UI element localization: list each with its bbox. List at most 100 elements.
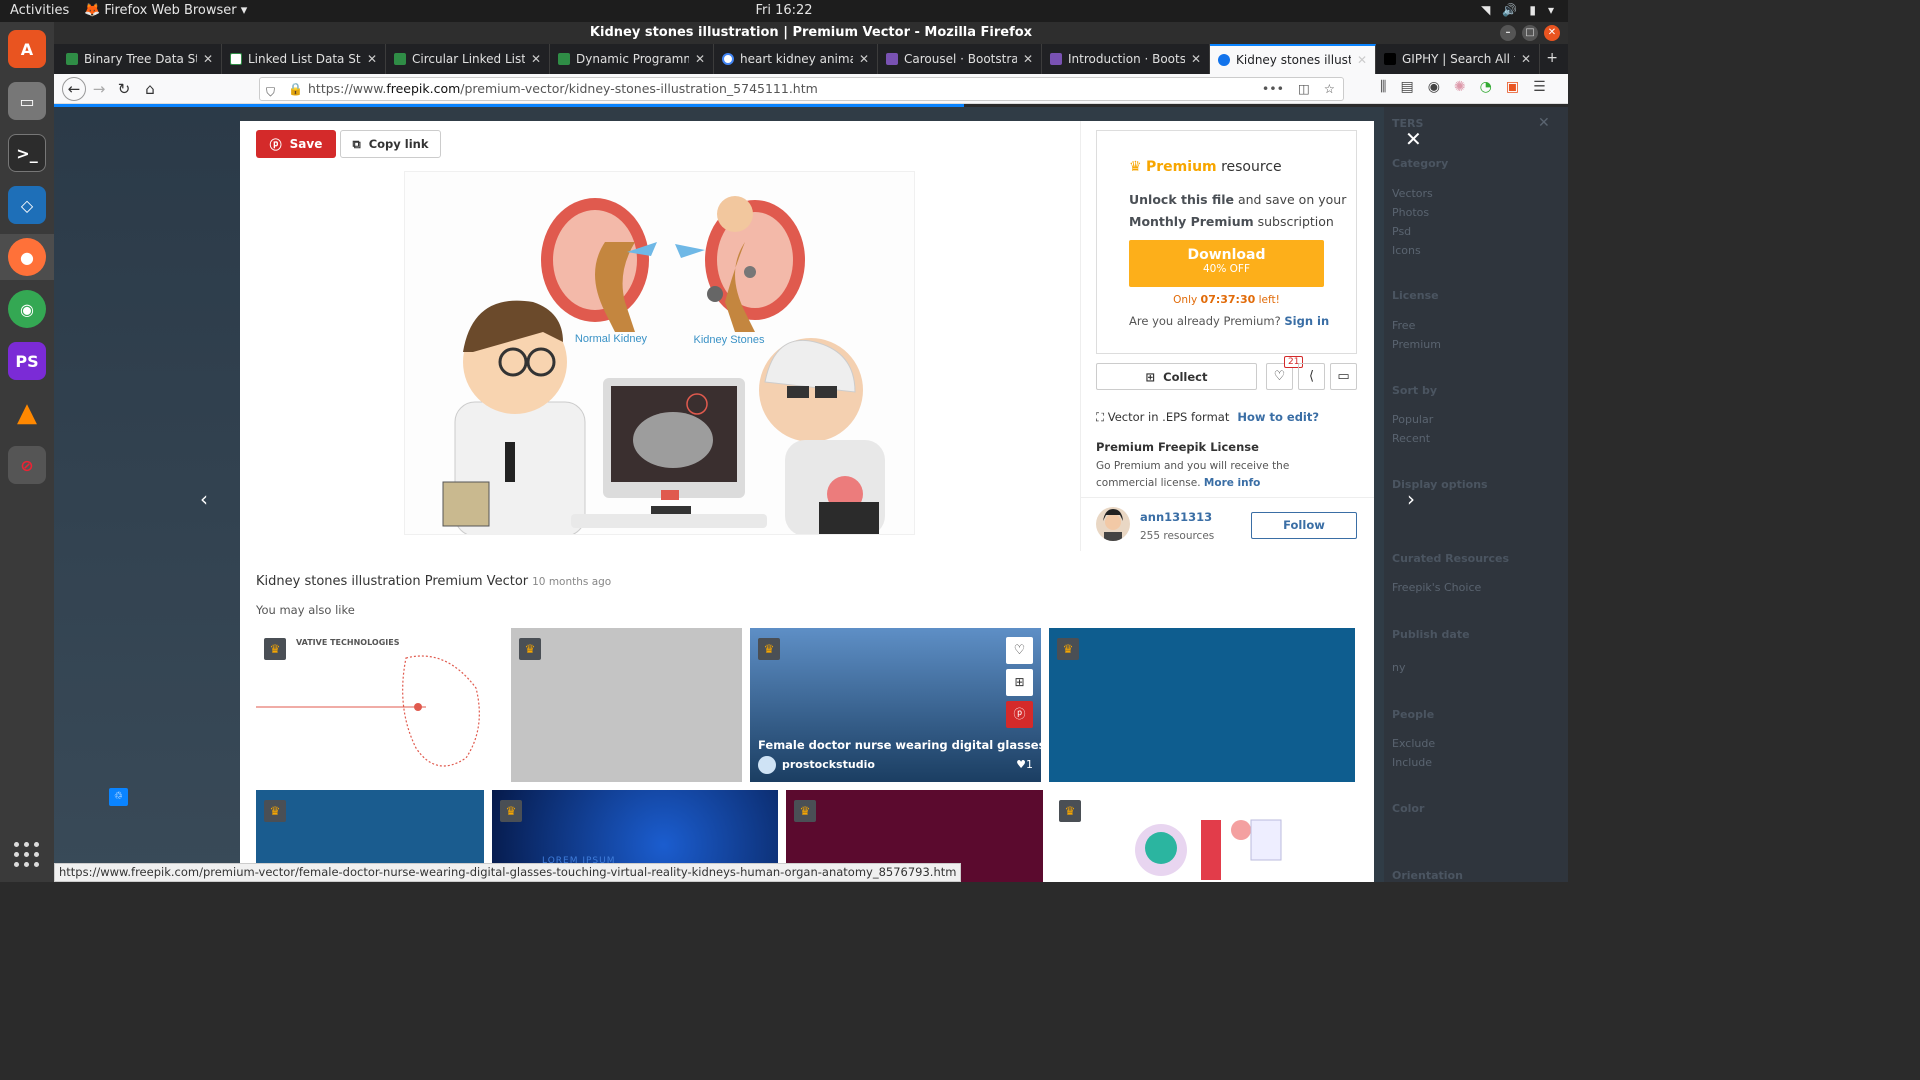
close-tab-icon[interactable]: ✕ xyxy=(531,52,541,66)
filter-license[interactable]: License xyxy=(1392,289,1439,302)
unlock-b1: Unlock this file xyxy=(1129,192,1234,207)
how-to-edit-link[interactable]: How to edit? xyxy=(1237,410,1319,424)
sign-in-link[interactable]: Sign in xyxy=(1284,314,1329,328)
filter-item[interactable]: Popular xyxy=(1392,413,1433,426)
extension-icon[interactable]: ◔ xyxy=(1480,79,1492,95)
filter-item[interactable]: Exclude xyxy=(1392,737,1435,750)
collect-button[interactable]: ⊞ Collect xyxy=(1096,363,1257,390)
tab-kidney-stones[interactable]: Kidney stones illustra ✕ xyxy=(1210,44,1376,74)
related-thumbnail[interactable]: ♛ xyxy=(1049,628,1355,782)
filter-item[interactable]: ny xyxy=(1392,661,1405,674)
tab-introduction-bootstrap[interactable]: Introduction · Bootst ✕ xyxy=(1042,44,1210,74)
filter-people[interactable]: People xyxy=(1392,708,1434,721)
filter-item[interactable]: Include xyxy=(1392,756,1432,769)
next-arrow-icon[interactable]: › xyxy=(1407,487,1415,511)
share-button[interactable]: ⟨ xyxy=(1298,363,1325,390)
filter-item[interactable]: Free xyxy=(1392,319,1415,332)
related-thumbnail-hovered[interactable]: ♛ ♡ ⊞ ⓟ Female doctor nurse wearing digi… xyxy=(750,628,1041,782)
filter-item[interactable]: Photos xyxy=(1392,206,1429,219)
close-tab-icon[interactable]: ✕ xyxy=(1191,52,1201,66)
tab-binary-tree[interactable]: Binary Tree Data Stru ✕ xyxy=(58,44,222,74)
related-thumbnail[interactable]: VATIVE TECHNOLOGIES ♛ xyxy=(256,628,504,782)
filter-category[interactable]: Category xyxy=(1392,157,1448,170)
blocked-app-icon[interactable]: ⊘ xyxy=(8,446,46,484)
lock-icon[interactable]: 🔒 xyxy=(288,78,303,100)
filter-curated[interactable]: Curated Resources xyxy=(1392,552,1509,565)
close-tab-icon[interactable]: ✕ xyxy=(367,52,377,66)
filter-item[interactable]: Recent xyxy=(1392,432,1430,445)
activities-button[interactable]: Activities xyxy=(10,3,69,18)
close-window-icon[interactable]: ✕ xyxy=(1544,25,1560,41)
filter-item[interactable]: Psd xyxy=(1392,225,1411,238)
files-icon[interactable]: ▭ xyxy=(8,82,46,120)
hamburger-menu-icon[interactable]: ☰ xyxy=(1533,79,1546,95)
phpstorm-icon[interactable]: PS xyxy=(8,342,46,380)
filter-color[interactable]: Color xyxy=(1392,802,1424,815)
page-actions-menu-icon[interactable]: ••• xyxy=(1262,78,1284,100)
reload-icon[interactable]: ↻ xyxy=(114,79,134,99)
thumb-author[interactable]: prostockstudio xyxy=(782,758,875,771)
app-menu[interactable]: 🦊 Firefox Web Browser ▾ xyxy=(84,3,247,18)
new-tab-button[interactable]: + xyxy=(1546,50,1558,66)
thumb-pinterest-button[interactable]: ⓟ xyxy=(1006,701,1033,728)
related-thumbnail[interactable]: ♛ xyxy=(1051,790,1355,882)
terminal-icon[interactable]: >_ xyxy=(8,134,46,172)
tab-linked-list[interactable]: Linked List Data Struc ✕ xyxy=(222,44,386,74)
maximize-icon[interactable]: □ xyxy=(1522,25,1538,41)
forward-arrow-icon[interactable]: → xyxy=(89,79,109,99)
author-name[interactable]: ann131313 xyxy=(1140,510,1212,524)
url-bar[interactable]: ⛉ 🔒 https://www.freepik.com/premium-vect… xyxy=(259,77,1344,101)
tracking-shield-icon[interactable]: ⛉ xyxy=(266,81,280,99)
tab-giphy[interactable]: GIPHY | Search All the ✕ xyxy=(1376,44,1540,74)
filter-item[interactable]: Premium xyxy=(1392,338,1441,351)
thumb-like-button[interactable]: ♡ xyxy=(1006,637,1033,664)
pocket-icon[interactable]: ◫ xyxy=(1298,78,1310,100)
filter-item[interactable]: Freepik's Choice xyxy=(1392,581,1481,594)
home-icon[interactable]: ⌂ xyxy=(140,79,160,99)
firefox-icon[interactable]: ● xyxy=(8,238,46,276)
back-arrow-icon[interactable]: ← xyxy=(62,77,86,101)
close-tab-icon[interactable]: ✕ xyxy=(1521,52,1531,66)
filter-item[interactable]: Icons xyxy=(1392,244,1421,257)
minimize-icon[interactable]: – xyxy=(1500,25,1516,41)
vlc-icon[interactable]: ▲ xyxy=(8,394,46,432)
filter-publish[interactable]: Publish date xyxy=(1392,628,1470,641)
software-center-icon[interactable]: A xyxy=(8,30,46,68)
filter-sort[interactable]: Sort by xyxy=(1392,384,1437,397)
left-edge-badge-icon[interactable]: ♲ xyxy=(109,788,128,806)
extension-badge-icon[interactable]: ▣ xyxy=(1506,79,1519,95)
related-thumbnail[interactable]: ♛ xyxy=(511,628,742,782)
system-tray[interactable]: ◥ 🔊 ▮ ▾ xyxy=(1481,3,1554,17)
tab-dynamic-programming[interactable]: Dynamic Programmin ✕ xyxy=(550,44,714,74)
tab-heart-kidney[interactable]: heart kidney animatio ✕ xyxy=(714,44,878,74)
show-apps-icon[interactable] xyxy=(14,842,40,868)
chrome-icon[interactable]: ◉ xyxy=(8,290,46,328)
close-tab-icon[interactable]: ✕ xyxy=(695,52,705,66)
bookmark-star-icon[interactable]: ☆ xyxy=(1324,78,1335,100)
sidebar-icon[interactable]: ▤ xyxy=(1400,79,1413,95)
copy-link-button[interactable]: ⧉ Copy link xyxy=(340,130,441,158)
library-icon[interactable]: ⫼ xyxy=(1380,79,1386,95)
close-tab-icon[interactable]: ✕ xyxy=(1023,52,1033,66)
author-avatar[interactable] xyxy=(1096,507,1130,541)
filter-item[interactable]: Vectors xyxy=(1392,187,1433,200)
more-info-link[interactable]: More info xyxy=(1204,477,1260,489)
filter-orientation[interactable]: Orientation xyxy=(1392,869,1463,882)
close-modal-icon[interactable]: ✕ xyxy=(1405,127,1422,151)
tab-carousel-bootstrap[interactable]: Carousel · Bootstrap ✕ xyxy=(878,44,1042,74)
vscode-icon[interactable]: ◇ xyxy=(8,186,46,224)
clock[interactable]: Fri 16:22 xyxy=(755,3,812,18)
close-tab-icon[interactable]: ✕ xyxy=(859,52,869,66)
download-button[interactable]: Download 40% OFF xyxy=(1129,240,1324,287)
pinterest-save-button[interactable]: ⓟ Save xyxy=(256,130,336,158)
close-filters-icon[interactable]: ✕ xyxy=(1538,115,1550,131)
color-extension-icon[interactable]: ✺ xyxy=(1454,79,1466,95)
tab-circular-linked-list[interactable]: Circular Linked List | S ✕ xyxy=(386,44,550,74)
close-tab-icon[interactable]: ✕ xyxy=(1357,53,1367,67)
close-tab-icon[interactable]: ✕ xyxy=(203,52,213,66)
previous-arrow-icon[interactable]: ‹ xyxy=(200,487,208,511)
account-icon[interactable]: ◉ xyxy=(1428,79,1440,95)
comment-button[interactable]: ▭ xyxy=(1330,363,1357,390)
thumb-collect-button[interactable]: ⊞ xyxy=(1006,669,1033,696)
follow-button[interactable]: Follow xyxy=(1251,512,1357,539)
